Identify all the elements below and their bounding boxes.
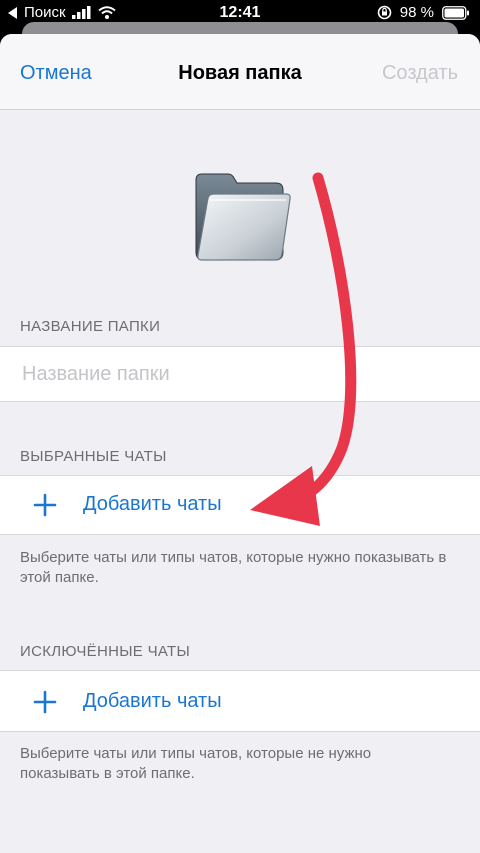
add-included-chats-label: Добавить чаты <box>83 493 222 515</box>
new-folder-sheet: Отмена Новая папка Создать НАЗВАНИЕ ПАПК… <box>0 34 480 853</box>
included-chats-header: ВЫБРАННЫЕ ЧАТЫ <box>20 448 167 465</box>
navigation-bar: Отмена Новая папка Создать <box>0 34 480 110</box>
included-chats-hint: Выберите чаты или типы чатов, которые ну… <box>20 549 447 586</box>
folder-name-cell <box>0 346 480 402</box>
create-button[interactable]: Создать <box>382 62 458 85</box>
plus-icon <box>33 690 57 714</box>
add-included-chats-button[interactable]: Добавить чаты <box>0 475 480 535</box>
folder-icon <box>190 170 294 266</box>
orientation-lock-icon <box>377 5 392 20</box>
battery-icon <box>442 5 469 20</box>
folder-name-header: НАЗВАНИЕ ПАПКИ <box>20 318 161 335</box>
status-right: 98 % <box>377 4 470 21</box>
add-excluded-chats-label: Добавить чаты <box>83 690 222 712</box>
excluded-chats-header: ИСКЛЮЧЁННЫЕ ЧАТЫ <box>20 643 191 660</box>
add-excluded-chats-button[interactable]: Добавить чаты <box>0 670 480 732</box>
battery-percent: 98 % <box>399 4 434 21</box>
plus-icon <box>33 493 57 517</box>
folder-name-input[interactable] <box>20 347 460 401</box>
excluded-chats-hint: Выберите чаты или типы чатов, которые не… <box>20 745 372 782</box>
